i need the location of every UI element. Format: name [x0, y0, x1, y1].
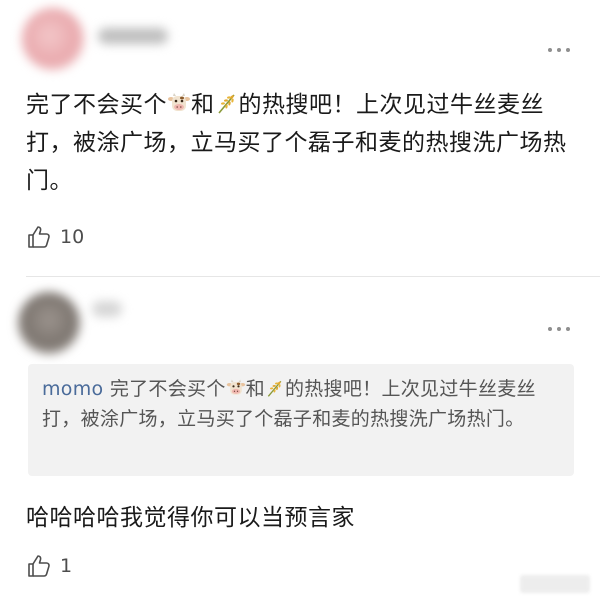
comment-text-part: 完了不会买个 — [26, 92, 167, 118]
quote-text-part: 和 — [245, 378, 265, 400]
comment-text: 完了不会买个和的热搜吧！上次见过牛丝麦丝打，被涂广场，立马买了个磊子和麦的热搜洗… — [26, 86, 578, 200]
quote-author[interactable]: momo — [42, 378, 103, 400]
cow-face-emoji — [167, 91, 191, 115]
like-count: 10 — [60, 226, 85, 248]
avatar[interactable] — [18, 292, 80, 354]
wheat-emoji — [265, 378, 285, 398]
avatar[interactable] — [22, 8, 84, 70]
more-options-icon[interactable] — [545, 38, 572, 56]
quoted-comment[interactable]: momo 完了不会买个和的热搜吧！上次见过牛丝麦丝打，被涂广场，立马买了个磊子和… — [28, 364, 574, 476]
more-options-icon[interactable] — [545, 317, 572, 335]
comment-item: momo 完了不会买个和的热搜吧！上次见过牛丝麦丝打，被涂广场，立马买了个磊子和… — [0, 277, 600, 601]
watermark — [520, 575, 590, 593]
quote-text-part: 完了不会买个 — [109, 378, 226, 400]
username-blurred[interactable] — [98, 28, 168, 44]
like-button[interactable]: 10 — [26, 224, 84, 250]
cow-face-emoji — [226, 378, 246, 398]
comment-item: 完了不会买个和的热搜吧！上次见过牛丝麦丝打，被涂广场，立马买了个磊子和麦的热搜洗… — [0, 0, 600, 276]
comment-text: 哈哈哈哈我觉得你可以当预言家 — [26, 505, 355, 531]
like-button[interactable]: 1 — [26, 553, 72, 579]
comment-text-part: 和 — [191, 92, 215, 118]
thumbs-up-icon — [26, 224, 52, 250]
thumbs-up-icon — [26, 553, 52, 579]
like-count: 1 — [60, 555, 73, 577]
wheat-emoji — [215, 91, 239, 115]
username-blurred[interactable] — [92, 301, 122, 317]
